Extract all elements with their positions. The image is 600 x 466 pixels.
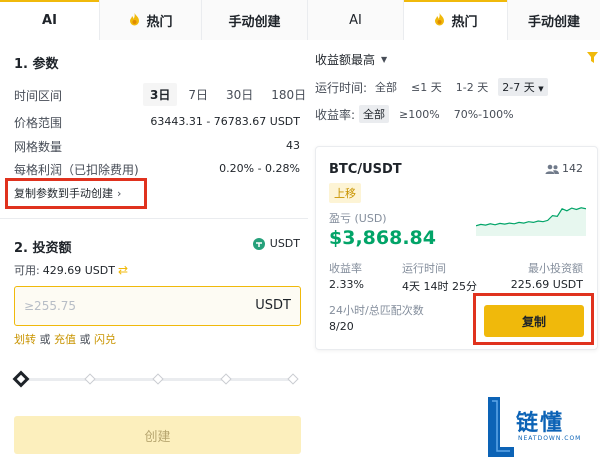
- run-time-option-all[interactable]: 全部: [371, 78, 401, 96]
- slider-knob[interactable]: [12, 370, 30, 388]
- flash-convert-link[interactable]: 闪兑: [94, 333, 116, 346]
- invest-amount-input[interactable]: ≥255.75 USDT: [14, 286, 301, 326]
- time-option-3d[interactable]: 3日: [143, 83, 178, 106]
- user-count: 142: [545, 162, 583, 175]
- tab-label: 手动创建: [228, 14, 281, 30]
- time-range-label: 时间区间: [14, 89, 63, 103]
- copy-params-label: 复制参数到手动创建: [14, 187, 113, 200]
- logo-text: 链懂: [516, 411, 565, 436]
- tab-label: AI: [349, 12, 362, 28]
- sort-dropdown[interactable]: 收益额最高 ▼: [315, 51, 387, 68]
- filter-icon[interactable]: [587, 52, 598, 63]
- tab-manual-right[interactable]: 手动创建: [508, 0, 600, 40]
- slider-step-50[interactable]: [152, 373, 164, 385]
- price-range-label: 价格范围: [14, 116, 63, 130]
- transfer-arrows-icon[interactable]: ⇄: [118, 263, 128, 277]
- params-title: 1. 参数: [14, 57, 59, 72]
- copy-params-link[interactable]: 复制参数到手动创建 ›: [14, 185, 121, 201]
- sort-label: 收益额最高: [315, 53, 376, 67]
- run-time-option-le1[interactable]: ≤1 天: [407, 78, 446, 96]
- tab-label: 热门: [451, 14, 478, 30]
- transfer-link[interactable]: 划转: [14, 333, 36, 346]
- runtime-stat-label: 运行时间: [402, 262, 446, 275]
- tab-label: 手动创建: [527, 14, 580, 30]
- match-count-label: 24小时/总匹配次数: [329, 304, 424, 317]
- tab-label: 热门: [146, 14, 173, 30]
- logo-l-mark: [488, 397, 514, 457]
- users-icon: [545, 164, 559, 174]
- yield-label: 收益率:: [315, 107, 356, 122]
- available-value: 429.69 USDT: [42, 263, 115, 277]
- chevron-right-icon: ›: [117, 186, 122, 200]
- run-time-option-2-7[interactable]: 2-7 天 ▼: [498, 78, 548, 96]
- logo-subtext: NEATDOWN.COM: [518, 435, 582, 442]
- highlight-box-copy-button: [473, 293, 594, 345]
- invest-currency[interactable]: USDT: [252, 237, 300, 250]
- runtime-stat-value: 4天 14时 25分: [402, 280, 477, 293]
- create-button[interactable]: 创建: [14, 416, 301, 454]
- yield-option-100[interactable]: ≥100%: [395, 107, 444, 122]
- tab-hot-left[interactable]: 热门: [100, 0, 202, 40]
- run-time-option-label: 2-7 天: [502, 81, 535, 94]
- pnl-label: 盈亏 (USD): [329, 212, 387, 225]
- price-range-value: 63443.31 - 76783.67 USDT: [150, 115, 300, 128]
- time-range-selector: 3日 7日 30日 180日: [143, 83, 313, 106]
- run-time-filter: 运行时间: 全部 ≤1 天 1-2 天 2-7 天 ▼: [315, 78, 554, 96]
- tab-ai-right[interactable]: AI: [308, 0, 404, 40]
- or-text: 或: [79, 333, 91, 346]
- grid-count-label: 网格数量: [14, 140, 63, 154]
- run-time-label: 运行时间:: [315, 80, 368, 95]
- deposit-link[interactable]: 充值: [54, 333, 76, 346]
- tab-label: AI: [42, 12, 57, 28]
- or-text: 或: [39, 333, 51, 346]
- slider-step-25[interactable]: [84, 373, 96, 385]
- available-label: 可用:: [14, 264, 40, 277]
- min-invest-value: 225.69 USDT: [510, 278, 583, 291]
- tab-hot-right[interactable]: 热门: [404, 0, 508, 40]
- invest-slider[interactable]: [12, 370, 299, 388]
- invest-placeholder: ≥255.75: [24, 299, 77, 313]
- trading-pair: BTC/USDT: [329, 162, 402, 177]
- caret-down-icon: ▼: [381, 55, 388, 64]
- time-option-180d[interactable]: 180日: [264, 83, 313, 106]
- trend-badge: 上移: [329, 183, 361, 203]
- match-count-value: 8/20: [329, 320, 354, 333]
- user-count-value: 142: [562, 162, 583, 175]
- slider-step-100[interactable]: [287, 373, 299, 385]
- grid-count-value: 43: [286, 139, 300, 152]
- yield-stat-label: 收益率: [329, 262, 362, 275]
- time-option-7d[interactable]: 7日: [181, 83, 215, 106]
- currency-label: USDT: [269, 237, 300, 250]
- caret-down-icon: ▼: [538, 85, 544, 93]
- usdt-coin-icon: [252, 237, 265, 250]
- time-option-30d[interactable]: 30日: [219, 83, 260, 106]
- fire-icon: [130, 13, 140, 26]
- divider: [0, 218, 308, 219]
- min-invest-label: 最小投资额: [528, 262, 583, 275]
- yield-option-all[interactable]: 全部: [359, 105, 390, 123]
- slider-step-75[interactable]: [220, 373, 232, 385]
- yield-stat-value: 2.33%: [329, 278, 364, 291]
- invest-title: 2. 投资额: [14, 241, 72, 256]
- tab-manual-left[interactable]: 手动创建: [202, 0, 308, 40]
- yield-option-70-100[interactable]: 70%-100%: [450, 107, 518, 122]
- fire-icon: [435, 13, 445, 26]
- available-balance: 可用: 429.69 USDT ⇄: [14, 262, 128, 278]
- profit-per-grid-label: 每格利润（已扣除费用): [14, 163, 139, 177]
- profit-per-grid-value: 0.20% - 0.28%: [219, 162, 300, 175]
- run-time-option-1-2[interactable]: 1-2 天: [452, 78, 492, 96]
- yield-filter: 收益率: 全部 ≥100% 70%-100%: [315, 105, 524, 123]
- pnl-value: $3,868.84: [329, 227, 436, 249]
- pnl-sparkline: [476, 207, 586, 236]
- fund-links: 划转 或 充值 或 闪兑: [14, 331, 116, 347]
- invest-unit: USDT: [255, 298, 291, 313]
- tab-ai-left[interactable]: AI: [0, 0, 100, 40]
- tab-bar: AI 热门 手动创建 AI 热门 手动创建: [0, 0, 600, 40]
- neatdown-logo: 链懂 NEATDOWN.COM: [486, 395, 596, 461]
